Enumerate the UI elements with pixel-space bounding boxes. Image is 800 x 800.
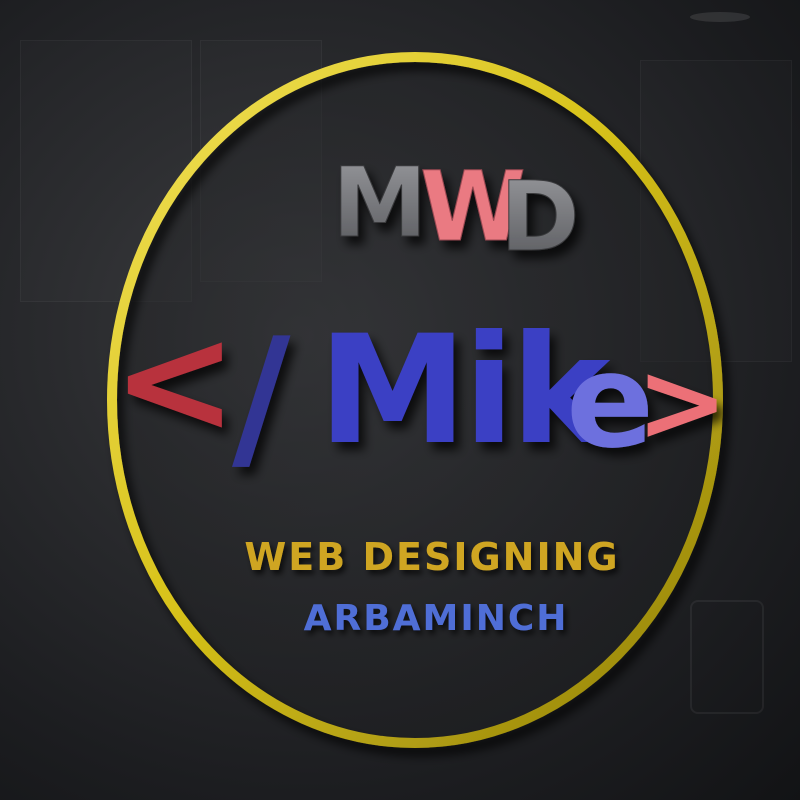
close-bracket: > bbox=[636, 338, 728, 466]
logo-emblem: M W D < / Mik e > WEB DESIGNING ARBAMINC… bbox=[107, 52, 728, 748]
location: ARBAMINCH bbox=[304, 598, 569, 639]
logo-scene: M W D < / Mik e > WEB DESIGNING ARBAMINC… bbox=[0, 0, 800, 800]
tagline: WEB DESIGNING bbox=[244, 535, 619, 579]
monogram: M W D bbox=[332, 147, 582, 274]
monogram-d: D bbox=[500, 161, 575, 273]
monogram-m: M bbox=[332, 147, 422, 259]
open-bracket: < bbox=[112, 294, 238, 468]
slash: / bbox=[232, 303, 291, 490]
